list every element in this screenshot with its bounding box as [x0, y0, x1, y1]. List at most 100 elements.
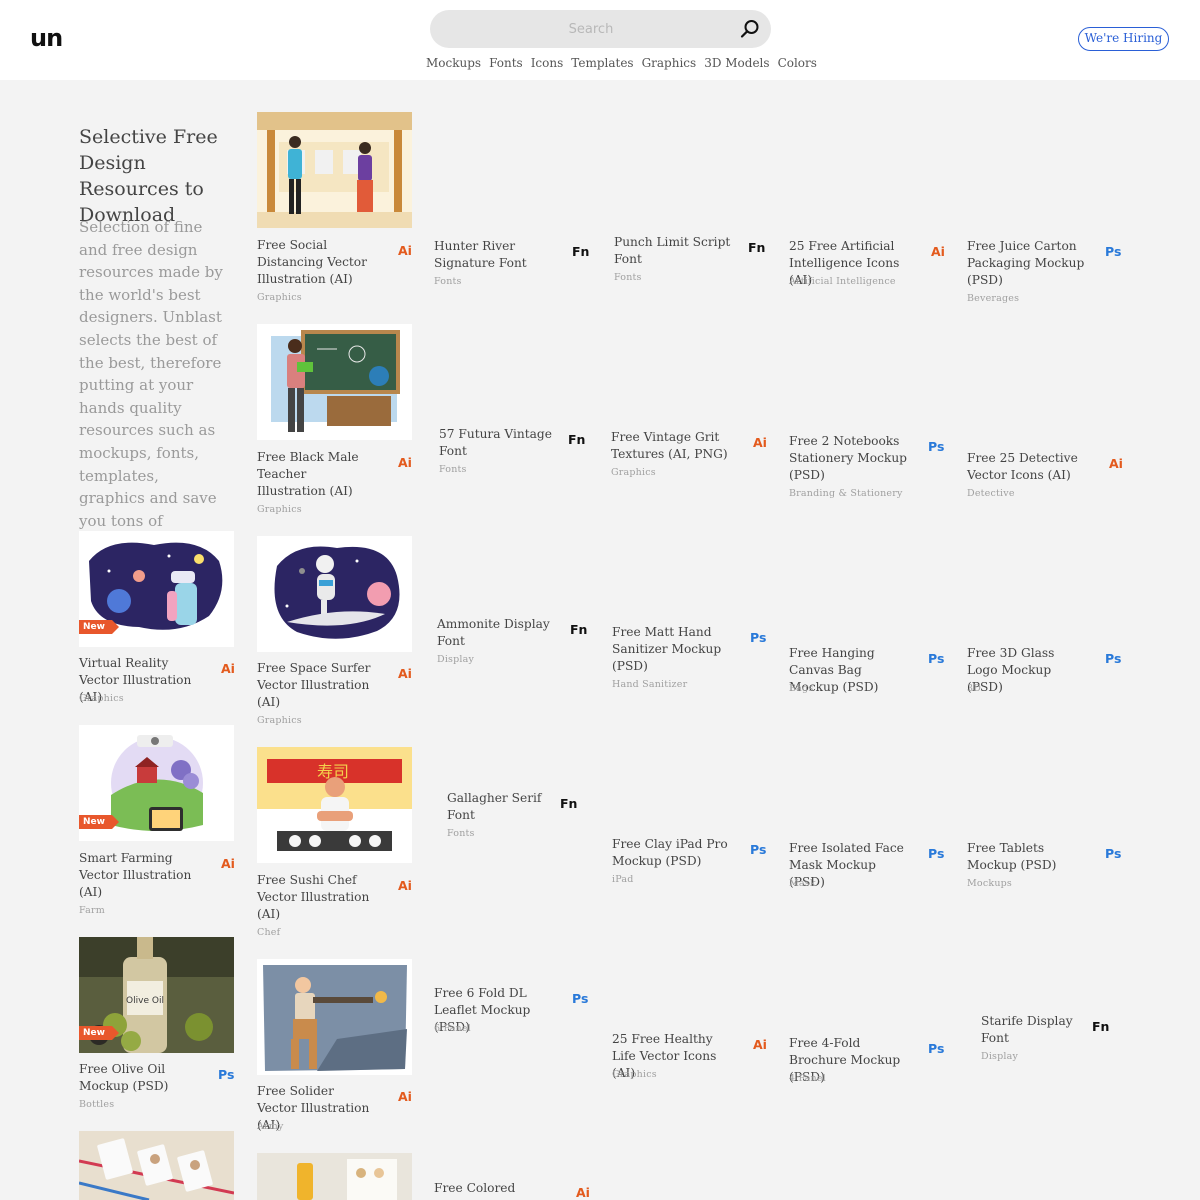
- item-title[interactable]: Free Clay iPad Pro Mockup (PSD): [612, 836, 732, 870]
- thumb-teacher[interactable]: [257, 324, 412, 440]
- item-category[interactable]: Army: [257, 1121, 284, 1132]
- badge-ai: Ai: [753, 435, 767, 450]
- nav-templates[interactable]: Templates: [571, 56, 633, 70]
- thumb-soldier[interactable]: [257, 959, 412, 1075]
- item-title[interactable]: Ammonite Display Font: [437, 616, 562, 650]
- item-category[interactable]: Fonts: [434, 276, 462, 287]
- item-title[interactable]: Hunter River Signature Font: [434, 238, 564, 272]
- badge-ps: Ps: [1105, 846, 1122, 861]
- item-title[interactable]: Free Juice Carton Packaging Mockup (PSD): [967, 238, 1087, 289]
- new-badge: New: [79, 815, 119, 829]
- badge-fn: Fn: [570, 622, 588, 637]
- badge-ai: Ai: [576, 1185, 590, 1200]
- item-category[interactable]: Detective: [967, 488, 1015, 499]
- item-title[interactable]: Starife Display Font: [981, 1013, 1081, 1047]
- item-category[interactable]: Graphics: [79, 693, 124, 704]
- item-category[interactable]: Branding & Stationery: [789, 488, 903, 499]
- item-category[interactable]: Graphics: [257, 715, 302, 726]
- badge-ps: Ps: [750, 842, 767, 857]
- nav-graphics[interactable]: Graphics: [642, 56, 697, 70]
- badge-ps: Ps: [928, 439, 945, 454]
- search-bar[interactable]: [430, 10, 771, 48]
- item-category[interactable]: Hand Sanitizer: [612, 679, 687, 690]
- badge-ai: Ai: [398, 455, 412, 470]
- item-title[interactable]: Punch Limit Script Font: [614, 234, 734, 268]
- badge-ps: Ps: [750, 630, 767, 645]
- logo[interactable]: un: [30, 24, 63, 52]
- thumb-social-distancing[interactable]: [257, 112, 412, 228]
- badge-ps: Ps: [928, 1041, 945, 1056]
- badge-ps: Ps: [1105, 244, 1122, 259]
- badge-ps: Ps: [928, 651, 945, 666]
- nav-3d-models[interactable]: 3D Models: [704, 56, 769, 70]
- item-title[interactable]: Free Colored: [434, 1180, 564, 1197]
- item-category[interactable]: Bottles: [79, 1099, 114, 1110]
- item-category[interactable]: Graphics: [257, 504, 302, 515]
- header: un Mockups Fonts Icons Templates Graphic…: [0, 0, 1200, 80]
- new-badge: New: [79, 620, 119, 634]
- new-badge: New: [79, 1026, 119, 1040]
- thumb-sushi-chef[interactable]: 寿司: [257, 747, 412, 863]
- nav-icons[interactable]: Icons: [531, 56, 564, 70]
- hiring-button[interactable]: We're Hiring: [1078, 27, 1169, 51]
- badge-ai: Ai: [753, 1037, 767, 1052]
- item-category[interactable]: iPad: [612, 874, 634, 885]
- badge-ai: Ai: [398, 1089, 412, 1104]
- intro-title: Selective Free Design Resources to Downl…: [79, 126, 218, 226]
- item-category[interactable]: Artificial Intelligence: [789, 276, 896, 287]
- teacher-illustration: [257, 324, 412, 440]
- item-category[interactable]: Mask: [789, 878, 816, 889]
- thumb-id-cards[interactable]: [79, 1131, 234, 1200]
- item-title[interactable]: Free Matt Hand Sanitizer Mockup (PSD): [612, 624, 732, 675]
- item-title[interactable]: Free 2 Notebooks Stationery Mockup (PSD): [789, 433, 914, 484]
- item-category[interactable]: Fonts: [614, 272, 642, 283]
- nav-mockups[interactable]: Mockups: [426, 56, 481, 70]
- item-category[interactable]: Display: [981, 1051, 1018, 1062]
- badge-fn: Fn: [568, 432, 586, 447]
- item-title[interactable]: Free Tablets Mockup (PSD): [967, 840, 1092, 874]
- item-category[interactable]: 6 Panel: [434, 1023, 471, 1034]
- item-category[interactable]: Display: [437, 654, 474, 665]
- item-category[interactable]: Beverages: [967, 293, 1019, 304]
- intro-description: Selection of fine and free design resour…: [79, 218, 223, 552]
- search-input[interactable]: [446, 10, 736, 48]
- nav-colors[interactable]: Colors: [778, 56, 817, 70]
- thumb-colored[interactable]: [257, 1153, 412, 1200]
- badge-ai: Ai: [1109, 456, 1123, 471]
- nav-fonts[interactable]: Fonts: [489, 56, 523, 70]
- item-title[interactable]: Smart Farming Vector Illustration (AI): [79, 850, 194, 901]
- item-category[interactable]: Graphics: [257, 292, 302, 303]
- search-icon[interactable]: [739, 18, 761, 40]
- item-title[interactable]: Free Sushi Chef Vector Illustration (AI): [257, 872, 377, 923]
- item-title[interactable]: Free Black Male Teacher Illustration (AI…: [257, 449, 377, 500]
- category-nav: Mockups Fonts Icons Templates Graphics 3…: [426, 56, 825, 70]
- item-title[interactable]: 57 Futura Vintage Font: [439, 426, 554, 460]
- social-distancing-illustration: [257, 112, 412, 228]
- item-title[interactable]: Free Olive Oil Mockup (PSD): [79, 1061, 209, 1095]
- item-category[interactable]: Mockups: [967, 878, 1012, 889]
- item-category[interactable]: Fonts: [439, 464, 467, 475]
- item-category[interactable]: Graphics: [612, 1069, 657, 1080]
- item-category[interactable]: Graphics: [611, 467, 656, 478]
- item-category[interactable]: Chef: [257, 927, 280, 938]
- item-category[interactable]: 4 Panel: [789, 1073, 826, 1084]
- badge-ps: Ps: [928, 846, 945, 861]
- item-category[interactable]: Farm: [79, 905, 105, 916]
- item-title[interactable]: Free Vintage Grit Textures (AI, PNG): [611, 429, 736, 463]
- item-category[interactable]: 3D: [967, 683, 981, 694]
- item-title[interactable]: Free Space Surfer Vector Illustration (A…: [257, 660, 377, 711]
- item-category[interactable]: Bags: [789, 683, 813, 694]
- badge-ai: Ai: [221, 856, 235, 871]
- item-title[interactable]: Free 25 Detective Vector Icons (AI): [967, 450, 1092, 484]
- item-title[interactable]: Gallagher Serif Font: [447, 790, 547, 824]
- badge-ps: Ps: [1105, 651, 1122, 666]
- svg-text:Olive Oil: Olive Oil: [126, 996, 164, 1006]
- badge-ps: Ps: [218, 1067, 235, 1082]
- item-title[interactable]: Free Social Distancing Vector Illustrati…: [257, 237, 377, 288]
- colored-preview: [257, 1153, 412, 1200]
- thumb-space-surfer[interactable]: [257, 536, 412, 652]
- item-category[interactable]: Fonts: [447, 828, 475, 839]
- item-title[interactable]: Free 3D Glass Logo Mockup (PSD): [967, 645, 1087, 696]
- badge-fn: Fn: [1092, 1019, 1110, 1034]
- sushi-chef-illustration: 寿司: [257, 747, 412, 863]
